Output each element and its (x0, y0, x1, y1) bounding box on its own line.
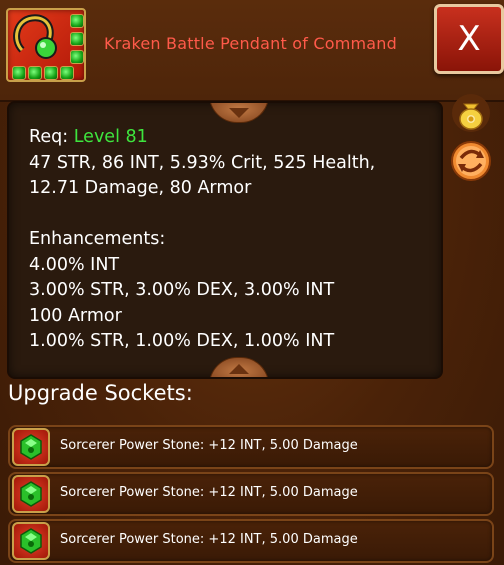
req-label: Req: (29, 127, 69, 147)
socket-slot[interactable]: Sorcerer Power Stone: +12 INT, 5.00 Dama… (8, 472, 494, 516)
stat-line: 12.71 Damage, 80 Armor (29, 178, 252, 198)
power-stone-icon (12, 522, 50, 560)
gem-icon (70, 32, 84, 46)
gem-icon (28, 66, 42, 80)
chevron-up-icon (229, 364, 249, 374)
stat-line: 47 STR, 86 INT, 5.93% Crit, 525 Health, (29, 152, 376, 173)
gem-icon (70, 14, 84, 28)
enhancement-line: 1.00% STR, 1.00% DEX, 1.00% INT (29, 331, 335, 351)
pendant-icon (6, 8, 86, 82)
chevron-down-icon (229, 108, 249, 118)
power-stone-icon (12, 475, 50, 513)
gold-bag-icon (452, 94, 490, 132)
scroll-up-button[interactable] (209, 103, 269, 123)
gem-row (12, 66, 74, 80)
socket-description: Sorcerer Power Stone: +12 INT, 5.00 Dama… (60, 485, 358, 500)
socket-slot[interactable]: Sorcerer Power Stone: +12 INT, 5.00 Dama… (8, 425, 494, 469)
sockets-heading: Upgrade Sockets: (8, 381, 193, 405)
swap-button[interactable] (450, 140, 492, 182)
item-stats-panel[interactable]: Req: Level 81 47 STR, 86 INT, 5.93% Crit… (7, 101, 443, 379)
scroll-down-button[interactable] (209, 357, 269, 377)
gem-icon (12, 66, 26, 80)
item-title: Kraken Battle Pendant of Command (104, 34, 398, 53)
requirement-line: Req: Level 81 (29, 125, 375, 151)
req-level: Level 81 (73, 127, 148, 147)
close-icon: X (457, 19, 481, 59)
swap-arrows-icon (451, 141, 491, 181)
gem-icon (44, 66, 58, 80)
gem-column (70, 14, 84, 68)
enhancement-line: 3.00% STR, 3.00% DEX, 3.00% INT (29, 280, 335, 300)
gem-icon (60, 66, 74, 80)
stats-text: Req: Level 81 47 STR, 86 INT, 5.93% Crit… (29, 125, 375, 355)
socket-description: Sorcerer Power Stone: +12 INT, 5.00 Dama… (60, 438, 358, 453)
enhancement-line: 4.00% INT (29, 254, 120, 275)
enhancements-title: Enhancements: (29, 229, 166, 249)
close-button[interactable]: X (434, 4, 504, 74)
socket-description: Sorcerer Power Stone: +12 INT, 5.00 Dama… (60, 532, 358, 547)
power-stone-icon (12, 428, 50, 466)
enhancement-line: 100 Armor (29, 305, 122, 326)
sell-button[interactable] (450, 92, 492, 134)
gem-icon (70, 50, 84, 64)
socket-slot[interactable]: Sorcerer Power Stone: +12 INT, 5.00 Dama… (8, 519, 494, 563)
